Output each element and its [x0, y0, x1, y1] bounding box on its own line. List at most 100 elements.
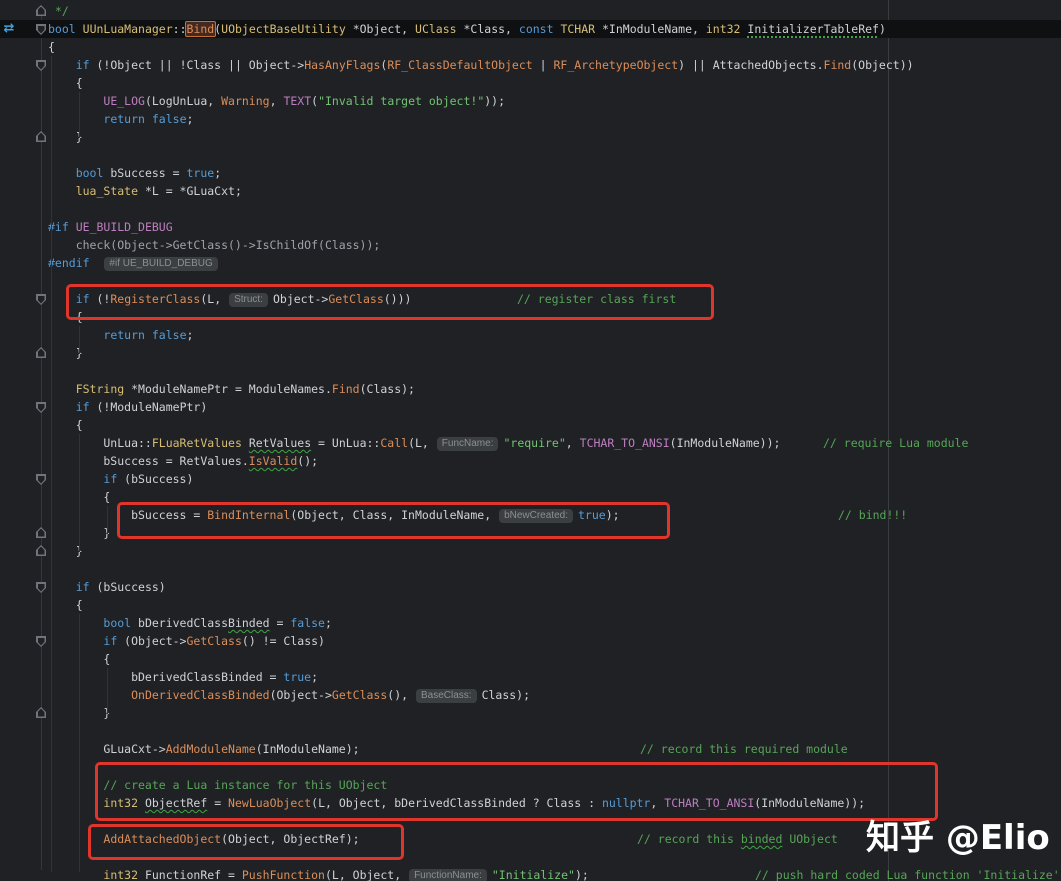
code-line[interactable]: GLuaCxt->AddModuleName(InModuleName); // …: [0, 740, 1061, 758]
code-token: ,: [565, 436, 580, 450]
code-line[interactable]: int32 FunctionRef = PushFunction(L, Obje…: [0, 866, 1061, 881]
code-line[interactable]: {: [0, 38, 1061, 56]
fold-collapse-marker[interactable]: [36, 24, 46, 35]
code-token: (bSuccess): [117, 472, 194, 486]
code-token: *Object,: [345, 22, 416, 36]
code-line[interactable]: OnDerivedClassBinded(Object->GetClass(),…: [0, 686, 1061, 704]
code-line[interactable]: if (!Object || !Class || Object->HasAnyF…: [0, 56, 1061, 74]
trailing-comment: // push hard coded Lua function 'Initial…: [755, 866, 1060, 881]
code-token: *Class,: [456, 22, 519, 36]
code-line[interactable]: [0, 146, 1061, 164]
code-line[interactable]: }: [0, 344, 1061, 362]
code-line[interactable]: if (bSuccess): [0, 578, 1061, 596]
fold-collapse-marker[interactable]: [36, 474, 46, 485]
code-line[interactable]: {: [0, 650, 1061, 668]
code-token: (L,: [408, 436, 436, 450]
code-line[interactable]: bSuccess = RetValues.IsValid();: [0, 452, 1061, 470]
fold-end-marker[interactable]: [36, 5, 46, 16]
code-line[interactable]: if (Object->GetClass() != Class): [0, 632, 1061, 650]
code-text: int32 FunctionRef = PushFunction(L, Obje…: [48, 868, 589, 881]
code-line[interactable]: bool UUnLuaManager::Bind(UObjectBaseUtil…: [0, 20, 1061, 38]
code-line[interactable]: {: [0, 74, 1061, 92]
code-token: ,: [269, 94, 284, 108]
code-line[interactable]: lua_State *L = *GLuaCxt;: [0, 182, 1061, 200]
code-line[interactable]: [0, 200, 1061, 218]
fold-collapse-marker[interactable]: [36, 294, 46, 305]
fold-collapse-marker[interactable]: [36, 402, 46, 413]
fold-end-marker[interactable]: [36, 707, 46, 718]
code-line[interactable]: FString *ModuleNamePtr = ModuleNames.Fin…: [0, 380, 1061, 398]
code-token: ;: [324, 616, 332, 630]
code-token: bool: [103, 616, 132, 630]
code-line[interactable]: {: [0, 596, 1061, 614]
code-token: Class);: [481, 688, 531, 702]
code-token: ): [878, 22, 886, 36]
code-line[interactable]: if (bSuccess): [0, 470, 1061, 488]
code-token: // record this: [637, 832, 741, 846]
indent-guide: [79, 614, 80, 872]
swap-arrows-icon[interactable]: ⇄: [1, 21, 17, 37]
code-line[interactable]: }: [0, 704, 1061, 722]
code-text: lua_State *L = *GLuaCxt;: [48, 184, 242, 198]
code-line[interactable]: bool bSuccess = true;: [0, 164, 1061, 182]
code-line[interactable]: UnLua::FLuaRetValues RetValues = UnLua::…: [0, 434, 1061, 452]
code-line[interactable]: bDerivedClassBinded = true;: [0, 668, 1061, 686]
code-line[interactable]: [0, 722, 1061, 740]
code-text: bool bDerivedClassBinded = false;: [48, 616, 332, 630]
code-token: UUnLuaManager: [82, 22, 173, 36]
code-token: *L = *GLuaCxt;: [138, 184, 242, 198]
code-area[interactable]: */bool UUnLuaManager::Bind(UObjectBaseUt…: [0, 2, 1061, 881]
code-line[interactable]: [0, 362, 1061, 380]
fold-collapse-marker[interactable]: [36, 60, 46, 71]
code-line[interactable]: return false;: [0, 110, 1061, 128]
code-line[interactable]: {: [0, 416, 1061, 434]
indent-guide: [107, 506, 108, 534]
trailing-comment: // record this binded UObject: [637, 830, 838, 848]
code-token: if: [103, 472, 118, 486]
code-token: false: [151, 328, 187, 342]
code-token: (LogUnLua,: [144, 94, 222, 108]
fold-end-marker[interactable]: [36, 131, 46, 142]
code-token: *ModuleNamePtr = ModuleNames.: [124, 382, 332, 396]
fold-collapse-marker[interactable]: [36, 582, 46, 593]
code-line[interactable]: [0, 560, 1061, 578]
code-token: (Class);: [359, 382, 415, 396]
code-line[interactable]: }: [0, 128, 1061, 146]
code-token: UE_BUILD_DEBUG: [75, 220, 173, 234]
code-line[interactable]: }: [0, 542, 1061, 560]
code-line[interactable]: */: [0, 2, 1061, 20]
watermark: 知乎 @Elio: [866, 818, 1050, 858]
fold-end-marker[interactable]: [36, 347, 46, 358]
code-line[interactable]: #if UE_BUILD_DEBUG: [0, 218, 1061, 236]
fold-end-marker[interactable]: [36, 545, 46, 556]
code-line[interactable]: return false;: [0, 326, 1061, 344]
code-line[interactable]: UE_LOG(LogUnLua, Warning, TEXT("Invalid …: [0, 92, 1061, 110]
code-token: bool: [75, 166, 104, 180]
code-line[interactable]: bool bDerivedClassBinded = false;: [0, 614, 1061, 632]
code-line[interactable]: check(Object->GetClass()->IsChildOf(Clas…: [0, 236, 1061, 254]
code-token: #endif: [48, 256, 90, 270]
code-token: (Object->: [117, 634, 187, 648]
code-token: const: [518, 22, 554, 36]
code-line[interactable]: if (!ModuleNamePtr): [0, 398, 1061, 416]
fold-end-marker[interactable]: [36, 527, 46, 538]
code-line[interactable]: #endif #if UE_BUILD_DEBUG: [0, 254, 1061, 272]
code-token: bDerivedClassBinded =: [48, 670, 284, 684]
code-token: RetValues: [248, 436, 312, 450]
code-token: UE_LOG: [103, 94, 145, 108]
code-token: int32: [705, 22, 741, 36]
code-text: if (bSuccess): [48, 580, 166, 594]
code-text: return false;: [48, 328, 193, 342]
fold-collapse-marker[interactable]: [36, 636, 46, 647]
code-token: */: [48, 4, 69, 18]
code-token: binded: [740, 832, 783, 846]
code-editor[interactable]: */bool UUnLuaManager::Bind(UObjectBaseUt…: [0, 0, 1061, 881]
code-token: );: [574, 868, 589, 881]
